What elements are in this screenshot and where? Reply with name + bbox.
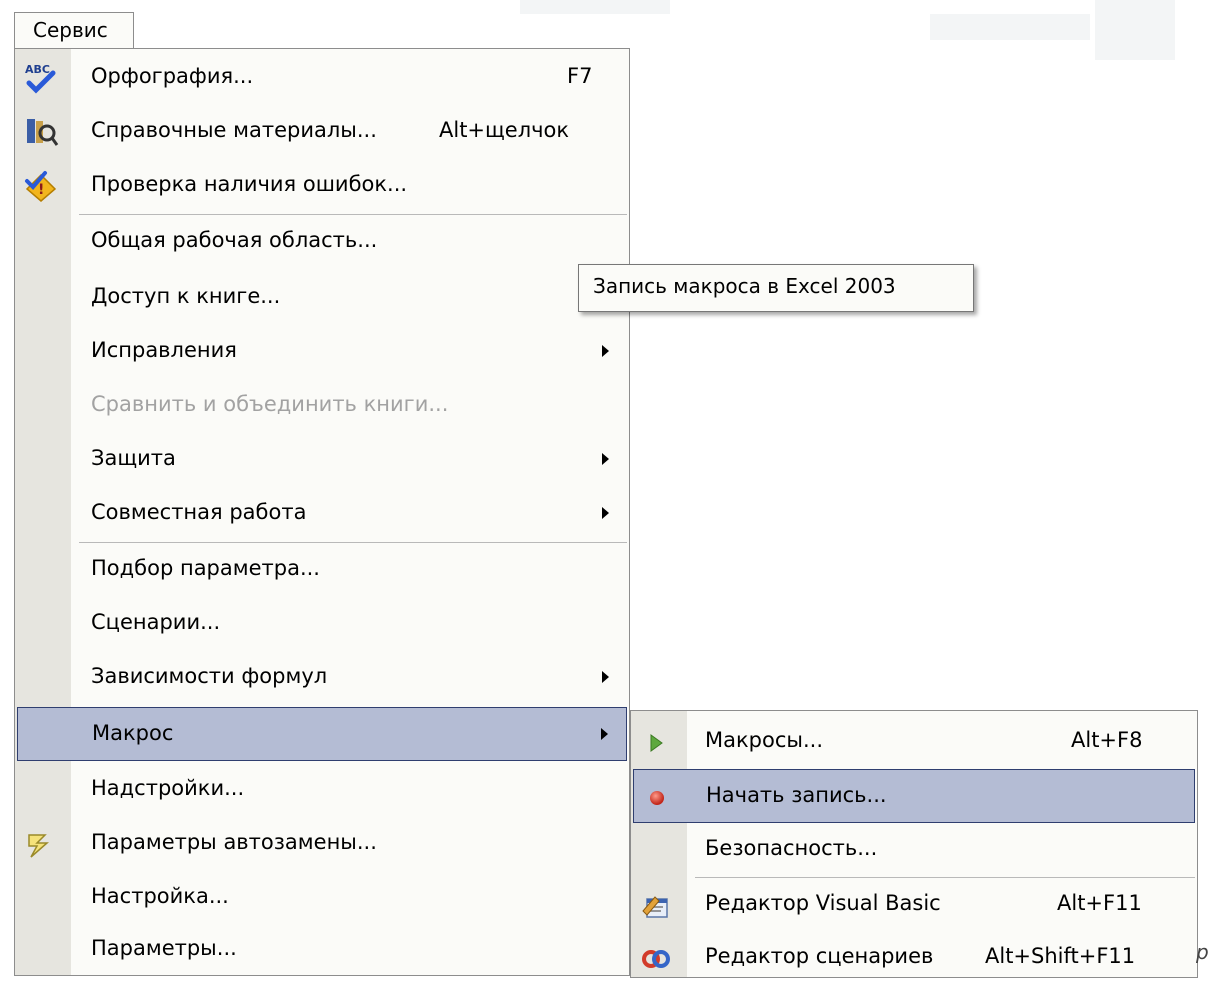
submenu-item-macros[interactable]: Макросы... Alt+F8 [631,715,1197,769]
menu-item-shortcut: Alt+щелчок [439,118,570,142]
submenu-item-label: Начать запись... [706,783,887,807]
menu-item-protection[interactable]: Защита [15,433,629,487]
menu-item-label: Подбор параметра... [91,556,320,580]
menu-item-label: Доступ к книге... [91,284,281,308]
menu-item-shared-workspace[interactable]: Общая рабочая область... [15,215,629,269]
tooltip: Запись макроса в Excel 2003 [578,264,974,312]
submenu-arrow-icon [602,345,609,357]
submenu-arrow-icon [602,453,609,465]
svg-text:ABC: ABC [25,63,50,76]
menu-item-label: Надстройки... [91,776,245,800]
menu-item-label: Общая рабочая область... [91,228,378,252]
menu-item-label: Параметры... [91,936,237,960]
submenu-arrow-icon [601,728,608,740]
submenu-item-script-editor[interactable]: Редактор сценариев Alt+Shift+F11 [631,931,1197,985]
menu-item-macro[interactable]: Макрос [17,707,627,761]
record-red-dot-icon [650,791,664,805]
research-books-icon [27,119,59,146]
background-smudge [930,14,1090,40]
submenu-item-label: Редактор сценариев [705,944,934,968]
submenu-item-label: Безопасность... [705,836,878,860]
menu-servis[interactable]: Сервис [14,12,134,48]
autocorrect-lightning-icon [28,834,49,858]
submenu-arrow-icon [602,507,609,519]
menu-item-addins[interactable]: Надстройки... [15,763,629,817]
menu-item-compare-merge: Сравнить и объединить книги... [15,379,629,433]
submenu-item-shortcut: Alt+F8 [1071,728,1143,752]
menu-item-label: Сценарии... [91,610,221,634]
submenu-item-label: Редактор Visual Basic [705,891,941,915]
menu-item-label: Исправления [91,338,237,362]
macro-submenu: Макросы... Alt+F8 Начать запись... Безоп… [630,710,1198,978]
submenu-item-shortcut: Alt+F11 [1057,891,1142,915]
menu-item-options[interactable]: Параметры... [15,923,629,977]
menu-item-label: Совместная работа [91,500,307,524]
background-smudge [520,0,670,14]
menu-item-label: Справочные материалы... [91,118,377,142]
menu-item-autocorrect-options[interactable]: Параметры автозамены... [15,817,629,871]
background-smudge [1095,0,1175,60]
menu-item-goal-seek[interactable]: Подбор параметра... [15,543,629,597]
menu-item-share-workbook[interactable]: Доступ к книге... [15,271,629,325]
menu-item-label: Защита [91,446,176,470]
svg-text:!: ! [38,182,44,198]
menu-item-scenarios[interactable]: Сценарии... [15,597,629,651]
menu-item-label: Настройка... [91,884,229,908]
menubar-label: Сервис [33,18,108,42]
submenu-arrow-icon [602,671,609,683]
visual-basic-editor-icon [642,896,668,918]
menu-item-customize[interactable]: Настройка... [15,871,629,925]
menu-item-spelling[interactable]: ABC Орфография... F7 [15,51,629,105]
submenu-item-security[interactable]: Безопасность... [631,823,1197,877]
menu-item-label: Сравнить и объединить книги... [91,392,449,416]
run-macro-play-icon [650,734,663,752]
menu-item-label: Зависимости формул [91,664,328,688]
submenu-item-label: Макросы... [705,728,824,752]
menu-item-error-check[interactable]: ! Проверка наличия ошибок... [15,159,629,213]
cropped-edge-text: p [1196,940,1209,964]
submenu-item-shortcut: Alt+Shift+F11 [985,944,1136,968]
tooltip-text: Запись макроса в Excel 2003 [593,274,896,298]
menu-item-track-changes[interactable]: Исправления [15,325,629,379]
script-editor-icon [642,950,670,968]
menu-item-research[interactable]: Справочные материалы... Alt+щелчок [15,105,629,159]
menu-item-label: Проверка наличия ошибок... [91,172,408,196]
error-check-icon: ! [25,171,57,202]
menu-item-label: Орфография... [91,64,254,88]
submenu-item-record-new-macro[interactable]: Начать запись... [633,769,1195,823]
submenu-item-visual-basic-editor[interactable]: Редактор Visual Basic Alt+F11 [631,878,1197,932]
servis-dropdown-menu: ABC Орфография... F7 Справочные материал… [14,48,630,976]
menu-item-label: Параметры автозамены... [91,830,377,854]
menu-item-online-collaboration[interactable]: Совместная работа [15,487,629,541]
menu-item-shortcut: F7 [567,64,593,88]
menu-item-formula-auditing[interactable]: Зависимости формул [15,651,629,705]
menu-item-label: Макрос [92,721,174,745]
spelling-abc-icon: ABC [25,63,56,94]
